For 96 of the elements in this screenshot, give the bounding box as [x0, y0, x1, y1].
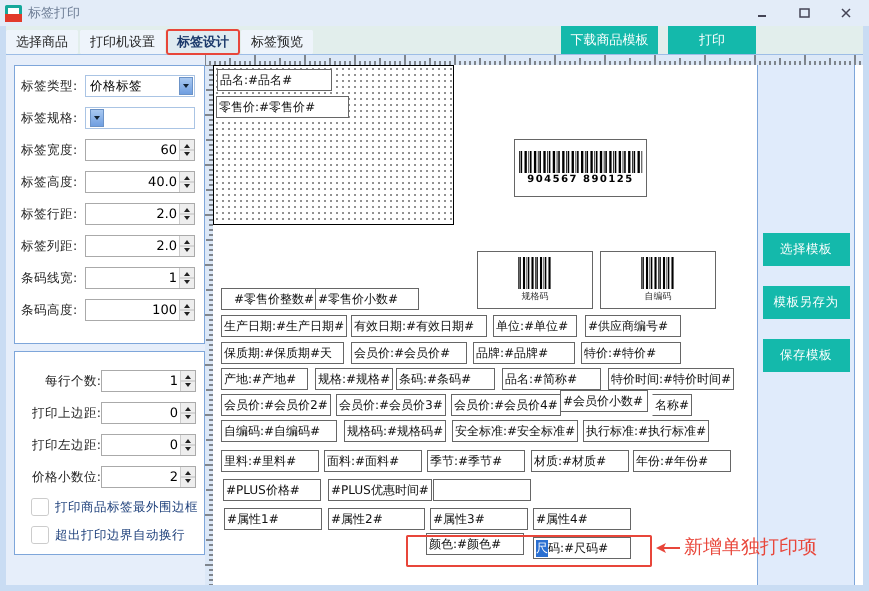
spinner-icon[interactable] — [179, 204, 194, 224]
print-field[interactable]: 会员价:#会员价3# — [336, 394, 446, 416]
print-field[interactable]: 品牌:#品牌# — [473, 342, 575, 364]
dropdown-field[interactable]: 价格标签 — [85, 75, 195, 97]
print-field[interactable]: 品名:#品名# — [217, 69, 332, 91]
barcode-field[interactable]: 规格码 — [477, 251, 593, 309]
setting-label: 打印上边距: — [30, 404, 101, 422]
number-field[interactable]: 100 — [85, 299, 195, 321]
number-field[interactable]: 60 — [85, 139, 195, 161]
tab[interactable]: 标签设计 — [167, 30, 239, 54]
barcode-digits: 904567 890125 — [527, 174, 634, 185]
tab[interactable]: 打印机设置 — [80, 30, 165, 54]
print-field[interactable]: 年份:#年份# — [633, 450, 731, 472]
print-field[interactable]: 规格:#规格# — [315, 368, 394, 390]
print-field[interactable]: #会员价小数# — [560, 390, 648, 412]
print-field[interactable]: #属性3# — [430, 508, 528, 530]
print-field[interactable]: 零售价:#零售价# — [216, 96, 349, 118]
print-field[interactable]: 品名:#简称# — [502, 368, 601, 390]
print-field[interactable]: 特价:#特价# — [581, 342, 681, 364]
barcode-icon — [518, 257, 552, 289]
caret-icon[interactable] — [90, 109, 104, 127]
spinner-icon[interactable] — [179, 140, 194, 160]
window-title: 标签打印 — [28, 5, 81, 22]
print-field[interactable]: #供应商编号# — [585, 315, 681, 337]
barcode-field[interactable]: 904567 890125 — [514, 139, 647, 197]
print-field[interactable]: 颜色:#颜色# — [426, 533, 524, 555]
tab[interactable]: 选择商品 — [6, 30, 78, 54]
number-field[interactable]: 1 — [85, 267, 195, 289]
barcode-icon — [641, 257, 675, 289]
setting-label: 条码线宽: — [21, 270, 78, 286]
spinner-icon[interactable] — [179, 236, 194, 256]
app-icon — [5, 4, 22, 22]
print-field[interactable]: 保质期:#保质期#天 — [221, 342, 344, 364]
checkbox[interactable] — [31, 498, 49, 516]
barcode-caption: 规格码 — [522, 290, 548, 303]
number-field[interactable]: 2.0 — [85, 203, 195, 225]
caret-icon[interactable] — [179, 77, 193, 95]
number-field[interactable]: 2 — [101, 466, 196, 488]
print-field[interactable]: #PLUS价格# — [223, 479, 321, 501]
print-field[interactable] — [433, 479, 531, 501]
number-field[interactable]: 0 — [101, 434, 196, 456]
setting-label: 价格小数位: — [30, 468, 101, 486]
barcode-caption: 自编码 — [644, 290, 672, 303]
setting-label: 打印左边距: — [30, 436, 101, 454]
checkbox[interactable] — [31, 526, 49, 544]
print-field[interactable]: #零售价整数# — [221, 288, 318, 310]
setting-label: 标签高度: — [21, 174, 78, 190]
print-field[interactable]: 会员价:#会员价2# — [221, 394, 331, 416]
spinner-icon[interactable] — [179, 300, 194, 320]
dropdown-field[interactable] — [85, 107, 195, 129]
spinner-icon[interactable] — [179, 172, 194, 192]
spinner-icon[interactable] — [179, 268, 194, 288]
arrow-icon — [656, 543, 680, 553]
barcode-field[interactable]: 自编码 — [600, 251, 716, 309]
print-field[interactable]: #属性1# — [224, 508, 322, 530]
print-field[interactable]: 条码:#条码# — [396, 368, 495, 390]
checkbox-option[interactable]: 打印商品标签最外围边框 — [21, 498, 198, 516]
print-field[interactable]: 规格码:#规格码# — [344, 420, 446, 442]
setting-label: 标签类型: — [21, 78, 78, 94]
print-field[interactable]: 会员价:#会员价4# — [451, 394, 561, 416]
number-field[interactable]: 1 — [101, 370, 196, 392]
print-field[interactable]: 有效日期:#有效日期# — [351, 315, 487, 337]
spinner-icon[interactable] — [180, 467, 195, 487]
spinner-icon[interactable] — [180, 403, 195, 423]
number-field[interactable]: 40.0 — [85, 171, 195, 193]
setting-label: 标签行距: — [21, 206, 78, 222]
spinner-icon[interactable] — [180, 435, 195, 455]
number-field[interactable]: 0 — [101, 402, 196, 424]
print-field[interactable]: 面料:#面料# — [324, 450, 422, 472]
print-field[interactable]: 执行标准:#执行标准# — [583, 420, 710, 442]
print-field[interactable]: #属性4# — [533, 508, 631, 530]
print-field[interactable]: 生产日期:#生产日期# — [221, 315, 348, 337]
print-field[interactable]: 里料:#里料# — [221, 450, 319, 472]
print-field[interactable]: 单位:#单位# — [493, 315, 577, 337]
print-field[interactable]: #PLUS优惠时间# — [328, 479, 432, 501]
number-field[interactable]: 2.0 — [85, 235, 195, 257]
print-field[interactable]: 特价时间:#特价时间# — [608, 368, 734, 390]
print-field[interactable]: 安全标准:#安全标准# — [452, 420, 578, 442]
print-field[interactable]: 产地:#产地# — [221, 368, 308, 390]
checkbox-option[interactable]: 超出打印边界自动换行 — [21, 526, 198, 544]
print-field[interactable]: 季节:#季节# — [427, 450, 525, 472]
tab[interactable]: 标签预览 — [241, 30, 313, 54]
print-field[interactable]: 自编码:#自编码# — [221, 420, 337, 442]
setting-label: 标签列距: — [21, 238, 78, 254]
print-field[interactable]: #属性2# — [328, 508, 425, 530]
print-field[interactable]: 会员价:#会员价# — [351, 342, 467, 364]
setting-label: 条码高度: — [21, 302, 78, 318]
print-field[interactable]: 名称# — [652, 394, 692, 416]
setting-label: 标签宽度: — [21, 142, 78, 158]
spinner-icon[interactable] — [180, 371, 195, 391]
print-field[interactable]: #零售价小数# — [315, 288, 419, 310]
print-field[interactable]: 尺码:#尺码# — [533, 537, 631, 559]
setting-label: 标签规格: — [21, 110, 78, 126]
print-field[interactable]: 材质:#材质# — [531, 450, 629, 472]
barcode-icon — [518, 151, 642, 173]
setting-label: 每行个数: — [44, 372, 101, 390]
